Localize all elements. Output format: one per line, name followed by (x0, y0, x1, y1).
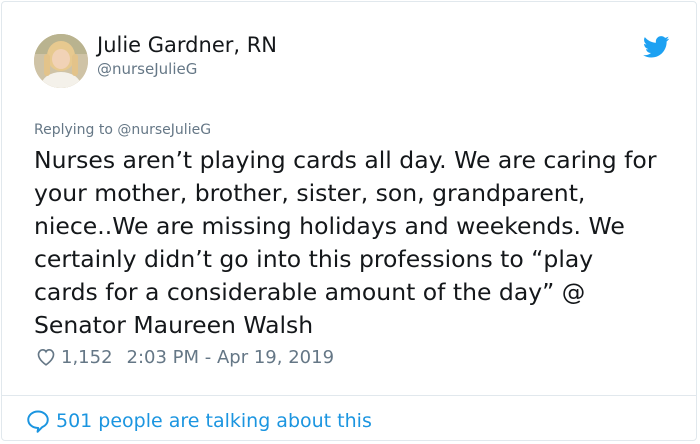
replying-handle-link[interactable]: @nurseJulieG (117, 122, 211, 138)
divider (2, 395, 696, 396)
tweet-timestamp[interactable]: 2:03 PM - Apr 19, 2019 (127, 347, 334, 368)
heart-icon[interactable] (35, 346, 57, 368)
tweet-text: Nurses aren’t playing cards all day. We … (34, 144, 684, 342)
tweet-text-line: niece..We are missing holidays and weeke… (34, 212, 625, 240)
author-handle[interactable]: @nurseJulieG (97, 60, 197, 78)
like-count[interactable]: 1,152 (61, 347, 113, 368)
tweet-text-line: Nurses aren’t playing cards all day. We … (34, 146, 657, 174)
twitter-bird-icon[interactable] (642, 36, 670, 58)
avatar[interactable] (34, 34, 88, 88)
tweet-text-line: certainly didn’t go into this profession… (34, 245, 594, 273)
talking-count-text: 501 people are talking about this (56, 410, 372, 432)
replying-prefix: Replying to (34, 122, 113, 138)
tweet-card: Julie Gardner, RN @nurseJulieG Replying … (1, 1, 697, 441)
tweet-text-line: cards for a considerable amount of the d… (34, 278, 586, 306)
tweet-text-line: your mother, brother, sister, son, grand… (34, 179, 586, 207)
avatar-photo (34, 34, 88, 88)
tweet-text-line: Senator Maureen Walsh (34, 311, 314, 339)
conversation-link[interactable]: 501 people are talking about this (25, 406, 372, 436)
author-name[interactable]: Julie Gardner, RN (97, 33, 277, 57)
tweet-meta: 1,152 2:03 PM - Apr 19, 2019 (35, 345, 334, 369)
replying-to: Replying to @nurseJulieG (34, 122, 211, 138)
speech-bubble-icon (25, 408, 51, 434)
